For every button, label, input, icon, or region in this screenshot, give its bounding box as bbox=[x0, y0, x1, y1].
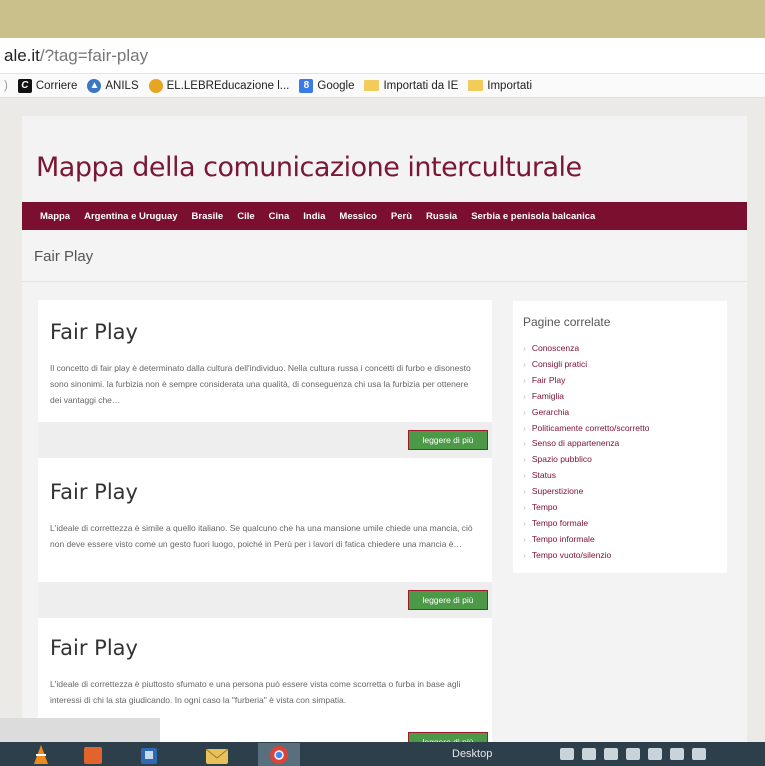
nav-item-serbia[interactable]: Serbia e penisola balcanica bbox=[471, 211, 595, 222]
nav-item-russia[interactable]: Russia bbox=[426, 211, 457, 222]
related-link-fair-play[interactable]: Fair Play bbox=[523, 373, 649, 389]
post-title[interactable]: Fair Play bbox=[50, 636, 138, 660]
related-pages-title: Pagine correlate bbox=[523, 315, 611, 329]
breadcrumb: Fair Play bbox=[34, 248, 94, 265]
breadcrumb-bar: Fair Play bbox=[22, 230, 747, 282]
post-title[interactable]: Fair Play bbox=[50, 480, 138, 504]
bookmark-anils[interactable]: ▲ ANILS bbox=[87, 78, 139, 93]
nav-item-peru[interactable]: Perù bbox=[391, 211, 412, 222]
nav-item-cile[interactable]: Cile bbox=[237, 211, 254, 222]
bookmark-ellebr[interactable]: EL.LEBREducazione l... bbox=[148, 78, 290, 93]
related-pages-list: Conoscenza Consigli pratici Fair Play Fa… bbox=[523, 341, 650, 564]
related-link-tempo-formale[interactable]: Tempo formale bbox=[523, 516, 649, 532]
desktop-toolbar-label[interactable]: Desktop bbox=[452, 748, 492, 760]
overlay-panel bbox=[0, 718, 160, 742]
folder-icon bbox=[468, 80, 484, 91]
chrome-icon[interactable] bbox=[258, 743, 300, 766]
related-link-tempo-vuoto[interactable]: Tempo vuoto/silenzio bbox=[523, 548, 649, 564]
tray-icon[interactable] bbox=[604, 748, 618, 760]
post-card: Fair Play Il concetto di fair play è det… bbox=[38, 300, 492, 422]
bookmarks-overflow-edge: ) bbox=[4, 79, 8, 92]
related-link-senso-appartenenza[interactable]: Senso di appartenenza bbox=[523, 436, 649, 452]
related-link-status[interactable]: Status bbox=[523, 468, 649, 484]
bookmark-importati-ie[interactable]: Importati da IE bbox=[364, 80, 458, 92]
nav-item-brasile[interactable]: Brasile bbox=[192, 211, 224, 222]
folder-icon bbox=[364, 80, 380, 91]
bookmark-corriere[interactable]: C Corriere bbox=[17, 78, 78, 93]
anils-icon: ▲ bbox=[87, 78, 102, 93]
keyboard-icon[interactable] bbox=[560, 748, 574, 760]
related-link-superstizione[interactable]: Superstizione bbox=[523, 484, 649, 500]
bookmark-label: Corriere bbox=[35, 79, 78, 92]
related-link-consigli-pratici[interactable]: Consigli pratici bbox=[523, 357, 649, 373]
bookmark-label: EL.LEBREducazione l... bbox=[166, 79, 290, 92]
read-more-button[interactable]: leggere di più bbox=[408, 430, 488, 450]
tray-icon[interactable] bbox=[692, 748, 706, 760]
nav-item-argentina-uruguay[interactable]: Argentina e Uruguay bbox=[84, 211, 177, 222]
related-link-tempo[interactable]: Tempo bbox=[523, 500, 649, 516]
globe-icon bbox=[148, 78, 163, 93]
nav-item-cina[interactable]: Cina bbox=[269, 211, 290, 222]
bookmark-importati[interactable]: Importati bbox=[468, 80, 532, 92]
post-footer: leggere di più bbox=[38, 422, 492, 458]
corriere-icon: C bbox=[17, 78, 32, 93]
main-nav: Mappa Argentina e Uruguay Brasile Cile C… bbox=[22, 202, 747, 230]
related-link-famiglia[interactable]: Famiglia bbox=[523, 389, 649, 405]
system-tray bbox=[560, 748, 760, 762]
related-link-politicamente-corretto[interactable]: Politicamente corretto/scorretto bbox=[523, 421, 650, 437]
google-icon: 8 bbox=[299, 78, 314, 93]
bookmark-label: Importati bbox=[487, 79, 533, 92]
post-footer: leggere di più bbox=[38, 582, 492, 618]
taskbar: Desktop bbox=[0, 742, 765, 766]
nav-item-india[interactable]: India bbox=[303, 211, 325, 222]
read-more-button[interactable]: leggere di più bbox=[408, 590, 488, 610]
related-link-tempo-informale[interactable]: Tempo informale bbox=[523, 532, 649, 548]
explorer-icon[interactable] bbox=[128, 743, 170, 766]
bookmarks-bar: ) C Corriere ▲ ANILS EL.LEBREducazione l..… bbox=[0, 74, 765, 98]
post-excerpt: Il concetto di fair play è determinato d… bbox=[50, 363, 471, 405]
url-host: ale.it bbox=[4, 46, 40, 65]
browser-titlebar bbox=[0, 0, 765, 38]
bookmark-label: Google bbox=[317, 79, 355, 92]
vlc-icon[interactable] bbox=[20, 743, 62, 766]
page-viewport: Mappa della comunicazione interculturale… bbox=[0, 98, 765, 742]
site-container: Mappa della comunicazione interculturale… bbox=[22, 116, 747, 742]
nav-item-messico[interactable]: Messico bbox=[339, 211, 377, 222]
office-icon[interactable] bbox=[72, 743, 114, 766]
related-pages-widget: Pagine correlate Conoscenza Consigli pra… bbox=[513, 301, 727, 573]
related-link-gerarchia[interactable]: Gerarchia bbox=[523, 405, 649, 421]
tray-icon[interactable] bbox=[582, 748, 596, 760]
bookmark-label: ANILS bbox=[105, 79, 139, 92]
url-path: /?tag=fair-play bbox=[39, 46, 149, 65]
mail-icon[interactable] bbox=[196, 743, 238, 766]
bookmark-google[interactable]: 8 Google bbox=[299, 78, 355, 93]
related-link-spazio-pubblico[interactable]: Spazio pubblico bbox=[523, 452, 649, 468]
post-excerpt: L'ideale di correttezza è simile a quell… bbox=[50, 523, 473, 549]
address-bar[interactable]: ale.it/?tag=fair-play bbox=[0, 38, 765, 74]
post-card: Fair Play L'ideale di correttezza è simi… bbox=[38, 458, 492, 582]
bookmark-label: Importati da IE bbox=[383, 79, 459, 92]
tray-icon[interactable] bbox=[648, 748, 662, 760]
tray-icon[interactable] bbox=[670, 748, 684, 760]
read-more-button[interactable]: leggere di più bbox=[408, 732, 488, 742]
post-excerpt: L'ideale di correttezza è piuttosto sfum… bbox=[50, 679, 461, 705]
tray-icon[interactable] bbox=[626, 748, 640, 760]
site-title[interactable]: Mappa della comunicazione interculturale bbox=[36, 152, 582, 183]
url-field[interactable]: ale.it/?tag=fair-play bbox=[4, 46, 148, 66]
nav-item-mappa[interactable]: Mappa bbox=[40, 211, 70, 222]
related-link-conoscenza[interactable]: Conoscenza bbox=[523, 341, 649, 357]
post-title[interactable]: Fair Play bbox=[50, 320, 138, 344]
